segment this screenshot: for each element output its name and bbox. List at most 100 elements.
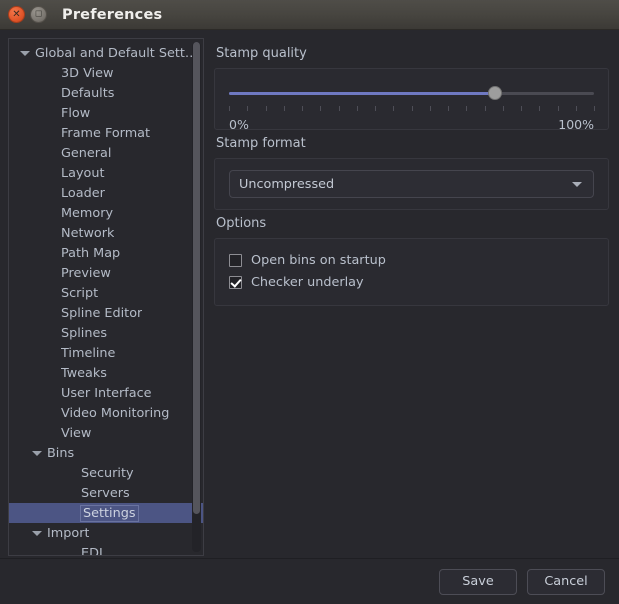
- slider-tick: [557, 106, 559, 111]
- tree-item-general[interactable]: General: [9, 143, 203, 163]
- tree-item-label: Security: [81, 465, 134, 481]
- slider-tick: [247, 106, 249, 111]
- tree-item-timeline[interactable]: Timeline: [9, 343, 203, 363]
- settings-pane: Stamp quality 0% 100% Stamp format Uncom…: [214, 38, 609, 558]
- tree-item-memory[interactable]: Memory: [9, 203, 203, 223]
- tree-item-3d-view[interactable]: 3D View: [9, 63, 203, 83]
- slider-tick: [283, 106, 285, 111]
- chevron-down-icon[interactable]: [19, 47, 31, 59]
- slider-max-label: 100%: [558, 117, 594, 132]
- tree-item-spline-editor[interactable]: Spline Editor: [9, 303, 203, 323]
- tree-item-label: 3D View: [61, 65, 114, 81]
- stamp-format-value: Uncompressed: [239, 176, 335, 192]
- tree-item-label: Loader: [61, 185, 105, 201]
- tree-item-preview[interactable]: Preview: [9, 263, 203, 283]
- tree-item-servers[interactable]: Servers: [9, 483, 203, 503]
- tree-item-label: Video Monitoring: [61, 405, 170, 421]
- tree-item-import[interactable]: Import: [9, 523, 203, 543]
- save-button[interactable]: Save: [439, 568, 517, 595]
- checkbox-label-checker-underlay: Checker underlay: [251, 274, 364, 290]
- tree-item-defaults[interactable]: Defaults: [9, 83, 203, 103]
- stamp-quality-slider[interactable]: [229, 83, 594, 105]
- slider-tick: [302, 106, 303, 111]
- close-glyph: ✕: [12, 8, 21, 20]
- tree-item-user-interface[interactable]: User Interface: [9, 383, 203, 403]
- sidebar-scrollbar[interactable]: [192, 42, 201, 552]
- slider-tick: [229, 106, 230, 111]
- tree-item-path-map[interactable]: Path Map: [9, 243, 203, 263]
- checkbox-checker-underlay[interactable]: [229, 275, 242, 289]
- title-bar: ✕ ◻ Preferences: [0, 0, 619, 30]
- stamp-format-dropdown[interactable]: Uncompressed: [229, 170, 594, 198]
- slider-tick: [594, 106, 595, 111]
- tree-item-script[interactable]: Script: [9, 283, 203, 303]
- tree-item-label: Settings: [80, 504, 139, 522]
- tree-item-tweaks[interactable]: Tweaks: [9, 363, 203, 383]
- tree-item-video-monitoring[interactable]: Video Monitoring: [9, 403, 203, 423]
- slider-handle[interactable]: [488, 86, 503, 100]
- tree-item-label: Preview: [61, 265, 111, 281]
- tree-item-label: Bins: [47, 445, 75, 461]
- slider-track[interactable]: [229, 92, 594, 95]
- tree-item-label: Path Map: [61, 245, 121, 261]
- tree-item-network[interactable]: Network: [9, 223, 203, 243]
- tree-item-security[interactable]: Security: [9, 463, 203, 483]
- settings-tree-panel: Global and Default Settings 3D View Defaul…: [8, 38, 204, 556]
- slider-ticks: [229, 106, 595, 113]
- slider-tick: [320, 106, 322, 111]
- window-title: Preferences: [62, 6, 163, 23]
- tree-item-label: Layout: [61, 165, 105, 181]
- tree-item-edl[interactable]: EDL: [9, 543, 203, 556]
- tree-item-loader[interactable]: Loader: [9, 183, 203, 203]
- preferences-dialog: ✕ ◻ Preferences Global and Default Setti…: [0, 0, 619, 604]
- tree-item-label: View: [61, 425, 92, 441]
- tree-item-label: Import: [47, 525, 90, 541]
- tree-item-view[interactable]: View: [9, 423, 203, 443]
- tree-item-flow[interactable]: Flow: [9, 103, 203, 123]
- tree-item-layout[interactable]: Layout: [9, 163, 203, 183]
- slider-tick: [448, 106, 449, 111]
- slider-tick: [521, 106, 522, 111]
- tree-item-global-and-default-settings[interactable]: Global and Default Settings: [9, 43, 203, 63]
- slider-tick: [502, 106, 504, 111]
- tree-item-label: Frame Format: [61, 125, 151, 141]
- tree-item-label: Global and Default Settings: [35, 45, 199, 61]
- tree-item-frame-format[interactable]: Frame Format: [9, 123, 203, 143]
- chevron-down-icon[interactable]: [31, 527, 43, 539]
- checkbox-open-bins-on-startup[interactable]: [229, 253, 242, 267]
- maximize-glyph: ◻: [34, 9, 43, 19]
- tree-item-splines[interactable]: Splines: [9, 323, 203, 343]
- slider-tick: [575, 106, 577, 111]
- tree-item-label: Network: [61, 225, 115, 241]
- cancel-button[interactable]: Cancel: [527, 568, 605, 595]
- tree-item-settings[interactable]: Settings: [9, 503, 203, 523]
- tree-item-label: Flow: [61, 105, 91, 121]
- slider-tick: [265, 106, 267, 111]
- checkbox-row-open-bins-on-startup[interactable]: Open bins on startup: [229, 249, 594, 271]
- sidebar-scrollbar-thumb[interactable]: [193, 42, 200, 514]
- checkbox-row-checker-underlay[interactable]: Checker underlay: [229, 271, 594, 293]
- tree-item-label: Tweaks: [61, 365, 107, 381]
- slider-tick: [375, 106, 376, 111]
- tree-item-bins[interactable]: Bins: [9, 443, 203, 463]
- maximize-icon[interactable]: ◻: [30, 6, 47, 23]
- settings-tree[interactable]: Global and Default Settings 3D View Defaul…: [9, 39, 203, 556]
- slider-tick: [411, 106, 413, 111]
- close-icon[interactable]: ✕: [8, 6, 25, 23]
- chevron-down-icon[interactable]: [31, 447, 43, 459]
